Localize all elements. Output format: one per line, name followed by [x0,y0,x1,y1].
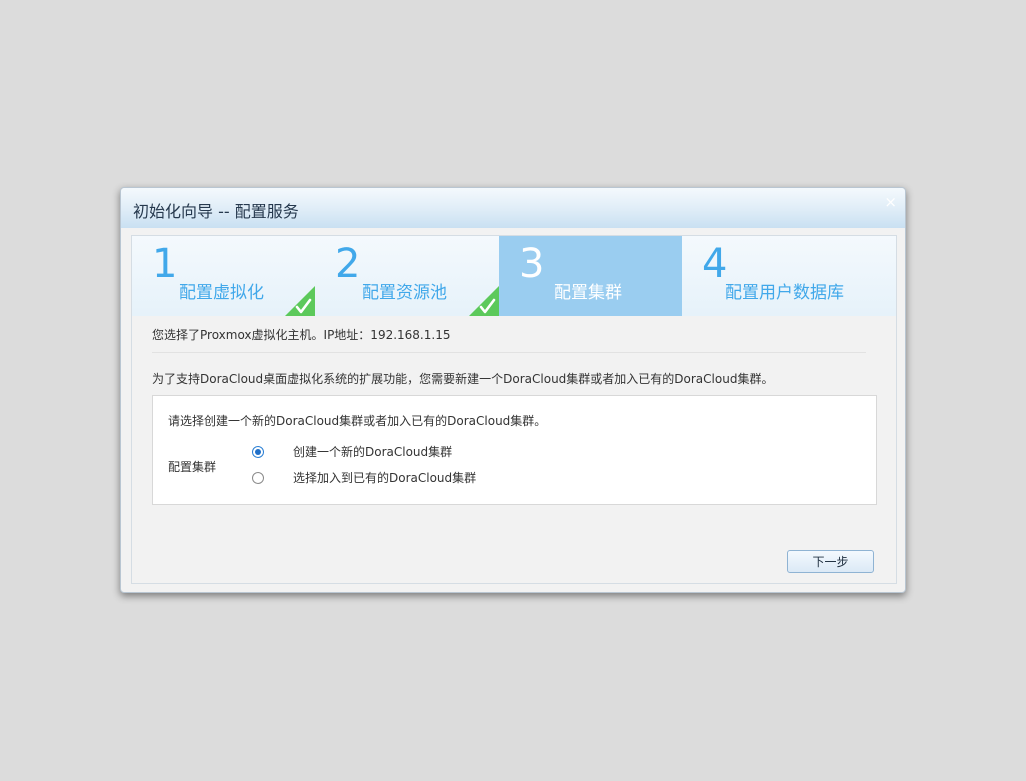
step-2-configure-resource-pool: 2 配置资源池 [315,236,499,316]
cluster-prompt: 请选择创建一个新的DoraCloud集群或者加入已有的DoraCloud集群。 [168,414,547,428]
step-3-configure-cluster: 3 配置集群 [499,236,682,316]
cluster-options-box: 请选择创建一个新的DoraCloud集群或者加入已有的DoraCloud集群。 … [152,395,877,505]
init-wizard-dialog: 初始化向导 -- 配置服务 × 1 配置虚拟化 2 配置资源池 3 配置集群 4… [120,187,906,593]
wizard-steps: 1 配置虚拟化 2 配置资源池 3 配置集群 4 配置用户数据库 [132,236,896,316]
join-cluster-option-label[interactable]: 选择加入到已有的DoraCloud集群 [293,469,476,486]
create-cluster-radio[interactable] [252,446,264,458]
step-label: 配置虚拟化 [179,283,264,303]
divider [152,352,866,353]
step-number: 2 [335,241,361,287]
step-number: 1 [152,241,178,287]
step-label: 配置集群 [554,283,622,303]
wizard-panel: 1 配置虚拟化 2 配置资源池 3 配置集群 4 配置用户数据库 您选择了Pro… [131,235,897,584]
configure-cluster-label: 配置集群 [168,460,217,474]
step-4-configure-user-database: 4 配置用户数据库 [682,236,896,316]
step-1-configure-virtualization: 1 配置虚拟化 [132,236,315,316]
completed-check-icon [285,286,315,316]
step-number: 4 [702,241,728,287]
close-icon[interactable]: × [884,194,897,210]
selected-host-info: 您选择了Proxmox虚拟化主机。IP地址：192.168.1.15 [152,328,451,342]
create-cluster-option-label[interactable]: 创建一个新的DoraCloud集群 [293,443,452,460]
step-number: 3 [519,241,545,287]
cluster-description: 为了支持DoraCloud桌面虚拟化系统的扩展功能，您需要新建一个DoraClo… [152,372,774,386]
next-step-button[interactable]: 下一步 [787,550,874,573]
dialog-title: 初始化向导 -- 配置服务 [133,202,299,221]
completed-check-icon [469,286,499,316]
join-cluster-radio[interactable] [252,472,264,484]
step-label: 配置用户数据库 [725,283,844,303]
dialog-titlebar[interactable]: 初始化向导 -- 配置服务 × [121,188,905,228]
step-label: 配置资源池 [362,283,447,303]
